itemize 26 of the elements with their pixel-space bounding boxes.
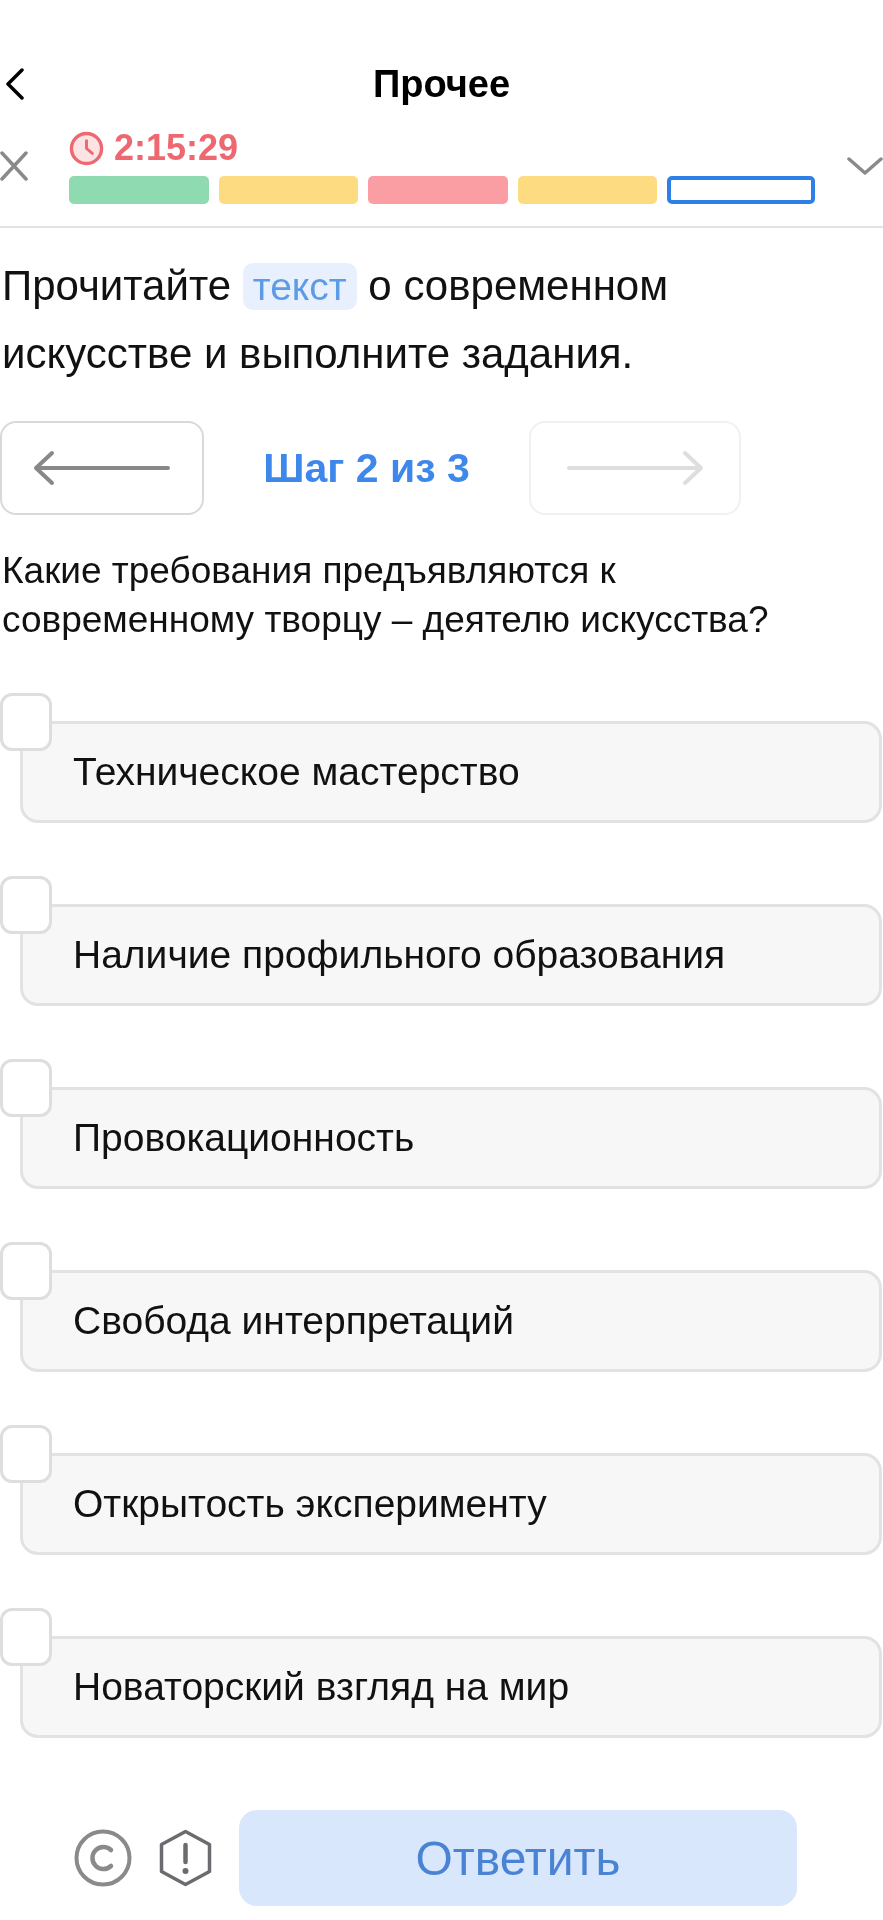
chevron-down-icon[interactable] — [847, 157, 883, 175]
close-icon[interactable] — [0, 151, 28, 181]
checkbox[interactable] — [0, 1608, 52, 1666]
arrow-left-icon — [32, 450, 172, 486]
checkbox[interactable] — [0, 876, 52, 934]
answer-option[interactable]: Открытость эксперименту — [20, 1453, 882, 1555]
clock-icon — [69, 130, 104, 166]
answer-option[interactable]: Новаторский взгляд на мир — [20, 1636, 882, 1738]
answer-option[interactable]: Свобода интерпретаций — [20, 1270, 882, 1372]
answer-option[interactable]: Техническое мастерство — [20, 721, 882, 823]
arrow-right-icon — [565, 450, 705, 486]
instruction-text: Прочитайте текст о современном искусстве и выполните задания. — [2, 261, 670, 379]
copyright-icon[interactable] — [74, 1829, 132, 1887]
checkbox[interactable] — [0, 1242, 52, 1300]
answer-option[interactable]: Наличие профильного образования — [20, 904, 882, 1006]
previous-step-button[interactable] — [0, 421, 204, 515]
checkbox[interactable] — [0, 1425, 52, 1483]
warning-hexagon-icon[interactable] — [159, 1829, 212, 1887]
screen-title: Прочее — [372, 62, 511, 106]
step-label: Шаг 2 из 3 — [263, 444, 470, 492]
timer-text: 2:15:29 — [114, 128, 239, 168]
checkbox[interactable] — [0, 1059, 52, 1117]
answer-option[interactable]: Провокационность — [20, 1087, 882, 1189]
checkbox[interactable] — [0, 693, 52, 751]
question-text: Какие требования предъявляются к современному творцу – деятелю искусства? — [2, 549, 770, 642]
chevron-left-icon[interactable] — [5, 68, 25, 100]
